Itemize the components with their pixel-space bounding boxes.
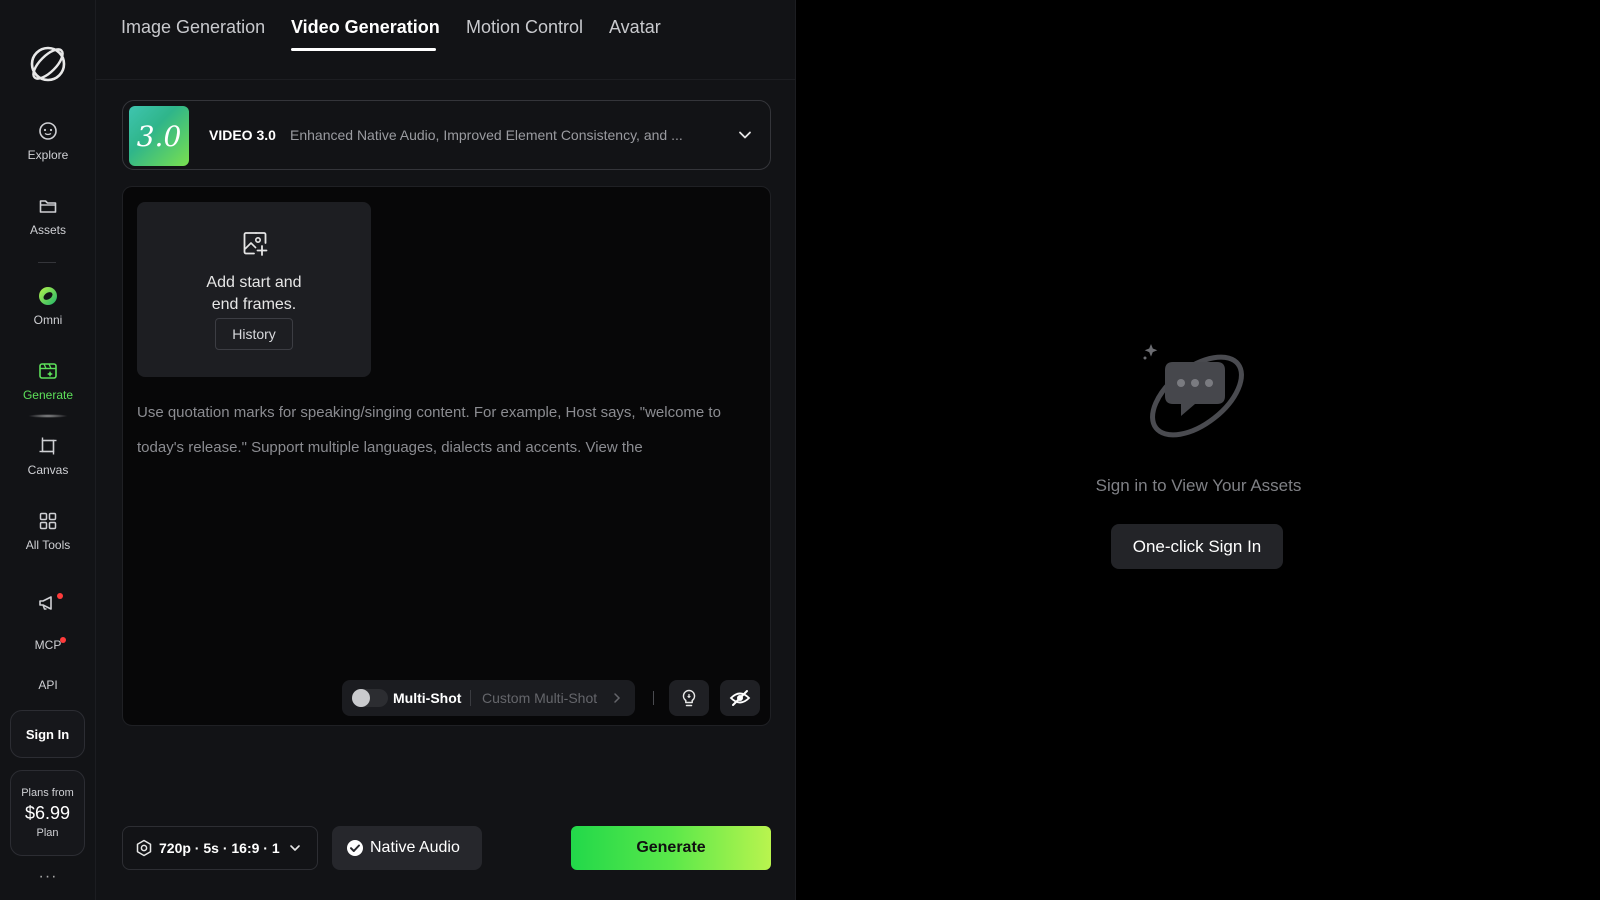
rail-label: Generate [22,388,74,402]
tab-avatar[interactable]: Avatar [609,17,661,38]
rail-assets[interactable]: Assets [0,195,96,237]
rail-label: Omni [33,313,63,327]
notification-dot [57,593,63,599]
rail-announcements[interactable] [0,592,96,614]
rail-api[interactable]: API [0,678,96,692]
rail-divider [38,262,56,263]
model-selector[interactable]: 3.0 VIDEO 3.0 Enhanced Native Audio, Imp… [122,100,771,170]
rail-all-tools[interactable]: All Tools [0,510,96,552]
rail-label: Canvas [27,463,69,477]
prompt-input[interactable]: Use quotation marks for speaking/singing… [137,395,757,465]
rail-label: Assets [29,223,66,237]
prompt-editor: Add start and end frames. History Use qu… [122,186,771,726]
add-frames-text: Add start and end frames. [137,272,371,316]
grid-icon [37,510,59,532]
rail-explore[interactable]: Explore [0,120,96,162]
add-frames-line: end frames. [211,296,297,313]
add-image-icon [243,232,268,256]
rail-label: All Tools [25,538,71,552]
chevron-down-icon [289,845,300,851]
output-settings-dropdown[interactable]: 720p · 5s · 16:9 · 1 [122,826,318,870]
chevron-right-icon [614,693,621,703]
empty-assets-text: Sign in to View Your Assets [1095,476,1302,495]
output-settings-value: 720p · 5s · 16:9 · 1 [159,840,280,856]
prompt-tips-button[interactable] [669,680,709,716]
rail-mcp[interactable]: MCP [0,638,96,652]
rail-sign-in-button[interactable]: Sign In [10,710,85,758]
model-badge: 3.0 [129,106,189,166]
native-audio-toggle[interactable]: Native Audio [332,826,482,870]
eye-off-icon [729,690,751,706]
model-name: VIDEO 3.0 [209,127,276,143]
hide-preview-button[interactable] [720,680,760,716]
folder-icon [37,195,59,217]
generate-icon [37,360,59,382]
toolbar-divider [653,691,654,705]
app-logo-icon[interactable] [26,42,70,86]
rail-generate[interactable]: Generate [0,360,96,402]
tab-bar: Image Generation Video Generation Motion… [96,0,796,80]
plan-price: $6.99 [24,803,71,823]
more-menu-icon[interactable]: ··· [0,868,96,886]
assets-area: Sign in to View Your Assets One-click Si… [797,0,1600,900]
explore-icon [37,120,59,142]
rail-label: API [38,678,58,692]
generation-panel: Image Generation Video Generation Motion… [96,0,796,900]
settings-icon [136,839,152,857]
check-circle-icon [347,840,363,856]
chevron-down-icon [739,131,751,139]
rail-canvas[interactable]: Canvas [0,435,96,477]
multishot-label: Multi-Shot [393,690,462,706]
model-description: Enhanced Native Audio, Improved Element … [290,127,683,143]
toggle-knob [352,689,370,707]
plan-label: Plan [36,827,59,839]
plans-from-label: Plans from [21,787,74,799]
megaphone-icon [37,592,59,614]
native-audio-label: Native Audio [370,839,460,856]
history-button[interactable]: History [215,318,293,350]
multishot-control[interactable]: Multi-Shot Custom Multi-Shot [342,680,635,716]
rail-label: Explore [27,148,69,162]
one-click-sign-in-button[interactable]: One-click Sign In [1111,524,1283,569]
active-tab-underline [291,48,436,51]
plans-card[interactable]: Plans from $6.99 Plan [10,770,85,856]
active-indicator [28,414,68,418]
notification-dot [60,637,66,643]
add-frames-card[interactable]: Add start and end frames. History [137,202,371,377]
left-rail: Explore Assets Omni Generate Canvas All … [0,0,96,900]
rail-label: MCP [34,638,62,652]
empty-assets-icon [1143,344,1244,438]
lightbulb-icon [682,689,696,707]
tab-motion-control[interactable]: Motion Control [466,17,583,38]
omni-icon [37,285,59,307]
multishot-toggle[interactable] [352,689,388,707]
canvas-icon [37,435,59,457]
custom-multishot-link[interactable]: Custom Multi-Shot [482,690,597,706]
generate-button[interactable]: Generate [571,826,771,870]
rail-omni[interactable]: Omni [0,285,96,327]
tab-video-generation[interactable]: Video Generation [291,17,440,38]
add-frames-line: Add start and [206,274,302,291]
tab-image-generation[interactable]: Image Generation [121,17,265,38]
divider [470,690,471,706]
